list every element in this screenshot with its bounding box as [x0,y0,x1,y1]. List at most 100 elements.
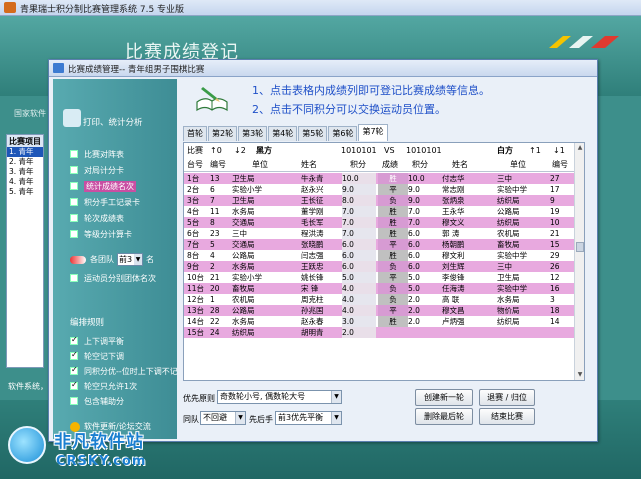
tab-round-6[interactable]: 第6轮 [328,126,358,141]
rule-bye-once[interactable]: 轮空只允许1次 [70,380,137,392]
create-round-button[interactable]: 创建新一轮 [415,389,473,406]
cell-s[interactable]: 7.0 [342,228,376,239]
rule-balance[interactable]: 上下调平衡 [70,335,124,347]
cell-rs[interactable]: 7.0 [408,206,442,217]
table-row[interactable]: 14台 22 水务局 赵永春 3.0 胜 2.0 卢炳强 纺织局 14 [184,316,575,327]
cell-rs[interactable]: 10.0 [408,173,442,184]
cell-rs[interactable]: 2.0 [408,305,442,316]
table-row[interactable]: 5台 8 交通局 毛长军 7.0 胜 7.0 穆文义 纺织局 10 [184,217,575,228]
event-list-item[interactable]: 1. 青年 [7,147,43,157]
same-unit-select[interactable]: 不回避 ▼ [200,411,246,425]
sidebar-item-manual-card[interactable]: 积分手工记录卡 [70,196,140,208]
cell-rs[interactable]: 5.0 [408,272,442,283]
cell-r[interactable]: 胜 [378,250,408,261]
tab-round-4[interactable]: 第4轮 [268,126,298,141]
event-list-item[interactable]: 2. 青年 [7,157,43,167]
cell-r[interactable]: 负 [378,294,408,305]
cell-r[interactable]: 胜 [378,316,408,327]
checkbox-icon[interactable] [70,380,78,390]
checkbox-icon[interactable] [70,350,78,360]
scroll-thumb[interactable] [576,242,584,252]
cell-rs[interactable]: 9.0 [408,195,442,206]
checkbox-icon[interactable] [70,335,78,345]
table-row[interactable]: 8台 4 公路局 闫志强 6.0 胜 6.0 穆文利 实验中学 29 [184,250,575,261]
sidebar-item-rankings[interactable]: 统计成绩名次 [70,180,136,192]
vertical-scrollbar[interactable]: ▲ ▼ [574,143,584,380]
cell-r[interactable]: 负 [378,261,408,272]
cell-r[interactable]: 胜 [378,173,408,184]
chevron-down-icon[interactable]: ▼ [331,391,341,403]
cell-s[interactable]: 4.0 [342,305,376,316]
cell-r[interactable]: 胜 [378,228,408,239]
tab-round-1[interactable]: 首轮 [183,126,207,141]
table-row[interactable]: 2台 6 实验小学 赵永兴 9.0 平 9.0 常志刚 实验中学 17 [184,184,575,195]
cell-s[interactable]: 2.0 [342,327,376,338]
cell-r[interactable]: 平 [378,305,408,316]
cell-s[interactable]: 8.0 [342,195,376,206]
sidebar-item-score-card[interactable]: 对局计分卡 [70,164,124,176]
chevron-down-icon[interactable]: ▼ [134,254,142,265]
tab-round-7[interactable]: 第7轮 [358,124,388,141]
cell-r[interactable]: 平 [378,272,408,283]
priority-select[interactable]: 奇数轮小号, 偶数轮大号 ▼ [217,390,342,404]
cell-s[interactable]: 6.0 [342,239,376,250]
cell-r[interactable]: 平 [378,239,408,250]
table-row[interactable]: 13台 28 公路局 孙兆国 4.0 平 2.0 穆文昌 物价局 18 [184,305,575,316]
cell-s[interactable]: 7.0 [342,217,376,228]
cell-s[interactable]: 9.0 [342,184,376,195]
cell-s[interactable]: 3.0 [342,316,376,327]
table-row[interactable]: 12台 1 农机局 周克柱 4.0 负 2.0 高 联 水务局 3 [184,294,575,305]
table-row[interactable]: 9台 2 水务局 王跃忠 6.0 负 6.0 刘生辉 三中 26 [184,261,575,272]
scroll-up-icon[interactable]: ▲ [576,144,584,152]
cell-rs[interactable]: 6.0 [408,239,442,250]
chevron-down-icon[interactable]: ▼ [235,412,245,424]
checkbox-icon[interactable] [70,274,78,282]
cell-s[interactable]: 5.0 [342,272,376,283]
tab-round-2[interactable]: 第2轮 [208,126,238,141]
cell-r[interactable]: 负 [378,283,408,294]
withdraw-button[interactable]: 退赛 / 归位 [479,389,535,406]
event-list-item[interactable]: 3. 青年 [7,167,43,177]
scroll-down-icon[interactable]: ▼ [576,371,584,379]
delete-last-round-button[interactable]: 删除最后轮 [415,408,473,425]
table-row[interactable]: 15台 24 纺织局 胡明青 2.0 [184,327,575,338]
checkbox-icon[interactable] [70,166,78,174]
checkbox-icon[interactable] [70,230,78,238]
cell-r[interactable]: 胜 [378,217,408,228]
cell-rs[interactable]: 6.0 [408,261,442,272]
cell-s[interactable]: 6.0 [342,250,376,261]
table-row[interactable]: 11台 20 畜牧局 宋 锋 4.0 负 5.0 任海涛 实验中学 16 [184,283,575,294]
table-row[interactable]: 7台 5 交通局 张晓鹏 6.0 平 6.0 杨朝鹏 畜牧局 15 [184,239,575,250]
checkbox-icon[interactable] [70,150,78,158]
cell-r[interactable]: 负 [378,195,408,206]
sidebar-item-round-results[interactable]: 轮次成绩表 [70,212,124,224]
rule-bye-down[interactable]: 轮空记下调 [70,350,124,362]
table-row[interactable]: 10台 21 实验小学 姚长锋 5.0 平 5.0 李俊锋 卫生局 12 [184,272,575,283]
sidebar-item-rating-card[interactable]: 等级分计算卡 [70,228,132,240]
end-match-button[interactable]: 结束比赛 [479,408,535,425]
table-row[interactable]: 4台 11 水务局 董学刚 7.0 胜 7.0 王永华 公路局 19 [184,206,575,217]
cell-s[interactable]: 4.0 [342,294,376,305]
table-row[interactable]: 1台 13 卫生局 牛永青 10.0 胜 10.0 付志华 三中 27 [184,173,575,184]
cell-s[interactable]: 6.0 [342,261,376,272]
cell-s[interactable]: 4.0 [342,283,376,294]
team-rank-select[interactable]: 前3 ▼ [117,253,143,266]
cell-rs[interactable]: 6.0 [408,228,442,239]
checkbox-icon[interactable] [70,397,78,405]
first-hand-select[interactable]: 前3优先平衡 ▼ [275,411,342,425]
tab-round-5[interactable]: 第5轮 [298,126,328,141]
cell-r[interactable]: 平 [378,184,408,195]
cell-rs[interactable]: 9.0 [408,184,442,195]
tab-round-3[interactable]: 第3轮 [238,126,268,141]
sidebar-item-pairing-table[interactable]: 比赛对阵表 [70,148,124,160]
table-row[interactable]: 6台 23 三中 程洪涛 7.0 胜 6.0 郭 涛 农机局 21 [184,228,575,239]
event-list-item[interactable]: 5. 青年 [7,187,43,197]
checkbox-icon[interactable] [70,365,78,375]
cell-rs[interactable]: 6.0 [408,250,442,261]
dialog-titlebar[interactable]: 比赛成绩管理-- 青年组男子围棋比赛 [49,60,597,77]
rule-aux-score[interactable]: 包含辅助分 [70,395,124,407]
chevron-down-icon[interactable]: ▼ [331,412,341,424]
event-list-item[interactable]: 4. 青年 [7,177,43,187]
checkbox-icon[interactable] [70,214,78,222]
cell-s[interactable]: 10.0 [342,173,376,184]
